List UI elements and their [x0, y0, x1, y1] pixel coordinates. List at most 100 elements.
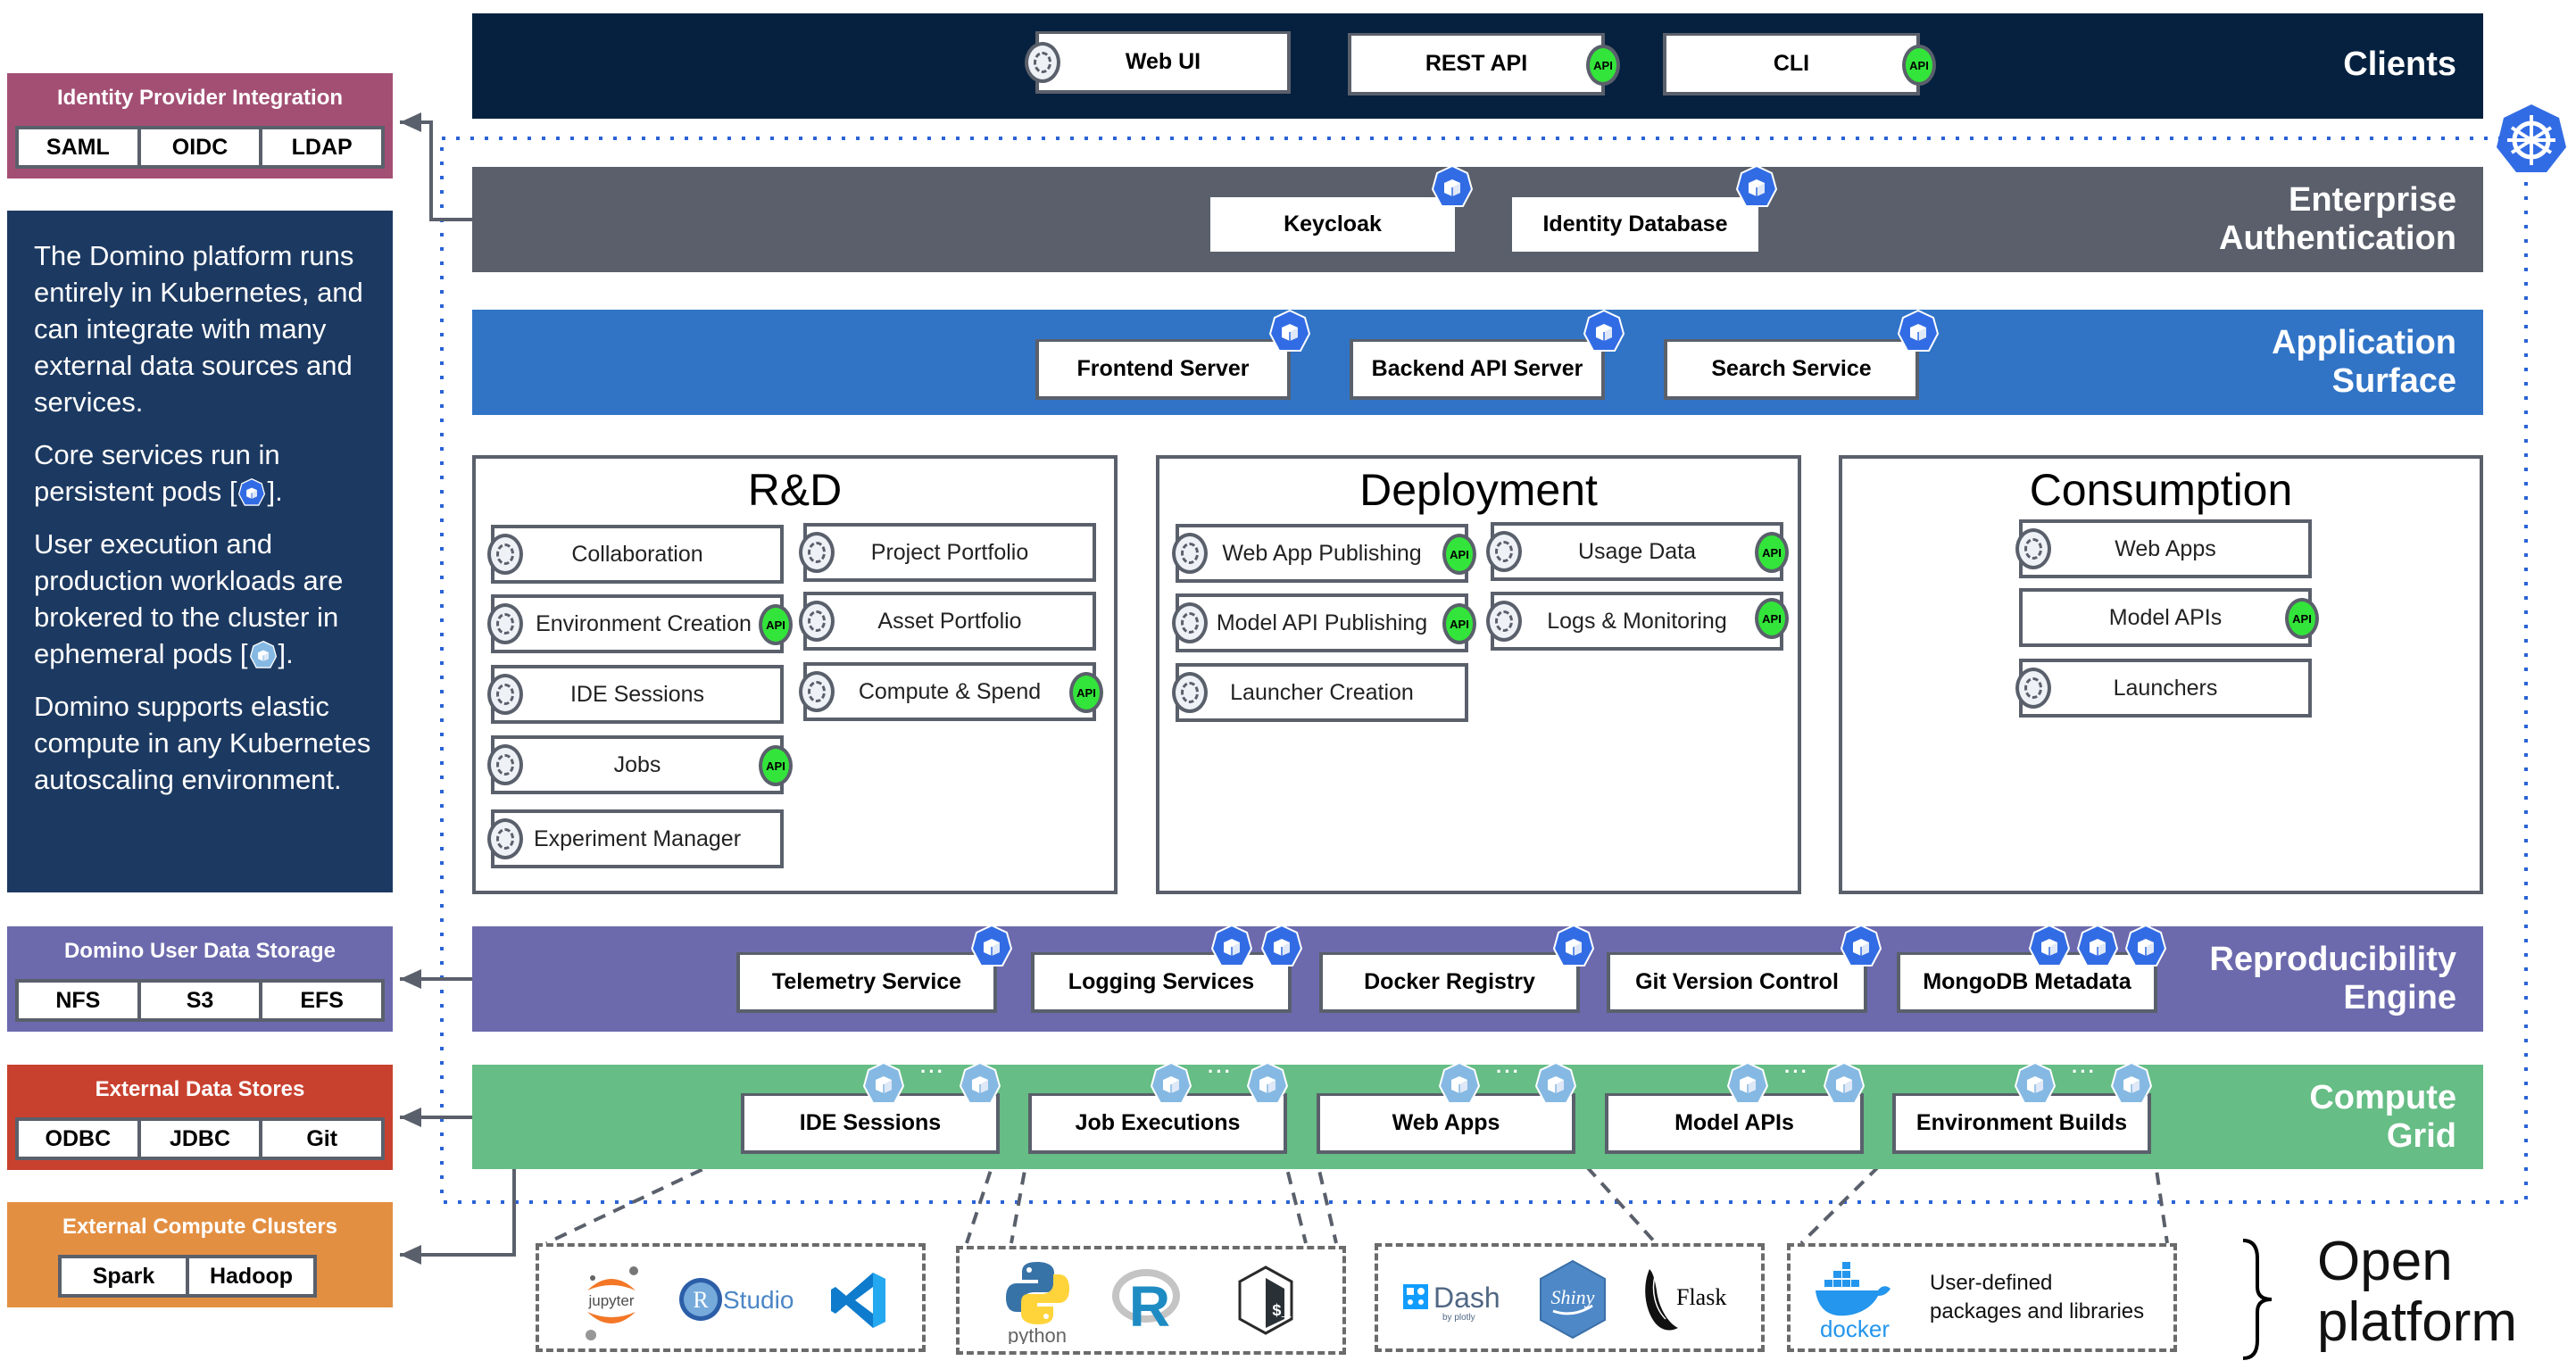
module-jobs[interactable]: Jobs [491, 735, 784, 794]
api-badge: API [1069, 672, 1103, 713]
svg-text:Shiny: Shiny [1551, 1286, 1595, 1308]
module-model-api-publishing[interactable]: Model API Publishing [1176, 593, 1468, 652]
storage-s3[interactable]: S3 [141, 983, 263, 1018]
cluster-spark[interactable]: Spark [62, 1258, 189, 1294]
backend-api-server-service[interactable]: Backend API Server [1350, 339, 1605, 400]
mongodb-metadata-service[interactable]: MongoDB Metadata [1897, 952, 2157, 1013]
kubernetes-icon [2496, 103, 2567, 178]
identity-provider-panel: Identity Provider Integration SAML OIDC … [7, 73, 393, 178]
module-label: Collaboration [571, 541, 703, 567]
ui-icon [1172, 533, 1208, 574]
client-rest-api[interactable]: REST API [1348, 33, 1605, 95]
client-web-ui[interactable]: Web UI [1035, 31, 1291, 94]
service-label: MongoDB Metadata [1923, 969, 2131, 994]
datastore-git[interactable]: Git [262, 1121, 381, 1157]
module-project-portfolio[interactable]: Project Portfolio [803, 523, 1096, 582]
info-paragraph: Core services run in persistent pods []. [34, 439, 283, 507]
open-platform-label: Open platform [2317, 1231, 2517, 1353]
api-badge: API [759, 604, 793, 645]
service-label: Frontend Server [1076, 356, 1250, 381]
api-badge: API [1902, 45, 1936, 86]
service-label: Logging Services [1068, 969, 1255, 994]
external-compute-clusters-panel: External Compute Clusters Spark Hadoop [7, 1202, 393, 1307]
ui-icon [799, 532, 835, 573]
more-pods-ellipsis: ··· [1784, 1060, 1809, 1083]
module-compute-spend[interactable]: Compute & Spend [803, 662, 1096, 721]
more-pods-ellipsis: ··· [920, 1060, 945, 1083]
identity-database-service[interactable]: Identity Database [1508, 195, 1762, 255]
service-label: Backend API Server [1371, 356, 1583, 381]
module-launcher-creation[interactable]: Launcher Creation [1176, 663, 1468, 722]
idp-ldap[interactable]: LDAP [262, 129, 381, 165]
rnd-title: R&D [747, 465, 843, 515]
consumption-title: Consumption [2029, 465, 2293, 515]
storage-efs[interactable]: EFS [262, 983, 381, 1018]
repro-label: Reproducibility Engine [2209, 941, 2456, 1016]
ui-icon [799, 671, 835, 712]
storage-nfs[interactable]: NFS [19, 983, 141, 1018]
module-experiment-manager[interactable]: Experiment Manager [491, 809, 784, 868]
module-label: Web Apps [2115, 535, 2216, 561]
ephemeral-pod-icon [1535, 1062, 1576, 1108]
module-label: Model API Publishing [1216, 610, 1428, 635]
module-web-app-publishing[interactable]: Web App Publishing [1176, 524, 1468, 583]
cluster-hadoop[interactable]: Hadoop [189, 1258, 313, 1294]
module-ide-sessions[interactable]: IDE Sessions [491, 665, 784, 724]
info-panel: The Domino platform runs entirely in Kub… [7, 211, 393, 892]
ephemeral-pod-icon [1151, 1062, 1192, 1108]
svg-text:by plotly: by plotly [1442, 1313, 1475, 1323]
ui-icon [2015, 528, 2051, 569]
docker-registry-service[interactable]: Docker Registry [1319, 952, 1580, 1013]
ephemeral-pod-icon [863, 1062, 904, 1108]
module-asset-portfolio[interactable]: Asset Portfolio [803, 592, 1096, 651]
module-label: IDE Sessions [569, 681, 705, 707]
logging-services[interactable]: Logging Services [1031, 952, 1292, 1013]
persistent-pod-icon [1261, 925, 1302, 971]
module-environment-creation[interactable]: Environment Creation [491, 594, 784, 653]
info-paragraph: The Domino platform runs entirely in Kub… [34, 240, 363, 418]
api-badge: API [1755, 598, 1789, 639]
api-badge: API [1755, 532, 1789, 573]
module-model-apis[interactable]: Model APIs [2019, 588, 2312, 647]
api-badge: API [2285, 598, 2319, 639]
docker-logo: docker [1807, 1258, 1905, 1340]
persistent-pod-icon [2125, 925, 2166, 971]
brace-icon [2236, 1237, 2281, 1362]
module-usage-data[interactable]: Usage Data [1491, 522, 1783, 581]
user-data-storage-panel: Domino User Data Storage NFS S3 EFS [7, 926, 393, 1032]
datastore-odbc[interactable]: ODBC [19, 1121, 141, 1157]
ephemeral-pod-icon [960, 1062, 1001, 1108]
user-defined-packages-text: User-defined packages and libraries [1930, 1271, 2145, 1323]
persistent-pod-icon [1553, 925, 1594, 971]
module-logs-monitoring[interactable]: Logs & Monitoring [1491, 592, 1783, 651]
git-version-control-service[interactable]: Git Version Control [1607, 952, 1867, 1013]
module-label: Experiment Manager [533, 826, 742, 851]
svg-text:Studio: Studio [723, 1286, 794, 1314]
flask-logo: Flask [1635, 1264, 1742, 1335]
api-badge: API [1442, 534, 1476, 575]
persistent-pod-icon [1269, 310, 1310, 356]
api-badge: API [759, 745, 793, 786]
module-label: Environment Creation [536, 610, 752, 636]
module-label: Model APIs [2108, 604, 2223, 630]
client-label: CLI [1773, 51, 1810, 76]
ephemeral-pod-icon [1247, 1062, 1288, 1108]
frontend-server-service[interactable]: Frontend Server [1035, 339, 1291, 400]
svg-text:$_: $_ [1272, 1303, 1292, 1321]
clients-label: Clients [2343, 46, 2456, 83]
telemetry-service[interactable]: Telemetry Service [736, 952, 997, 1013]
module-launchers[interactable]: Launchers [2019, 659, 2312, 718]
ui-icon [1486, 531, 1522, 572]
datastore-jdbc[interactable]: JDBC [141, 1121, 263, 1157]
keycloak-service[interactable]: Keycloak [1207, 195, 1458, 255]
module-web-apps[interactable]: Web Apps [2019, 519, 2312, 578]
client-cli[interactable]: CLI [1663, 33, 1920, 95]
module-collaboration[interactable]: Collaboration [491, 525, 784, 584]
idp-saml[interactable]: SAML [19, 129, 141, 165]
module-label: Compute & Spend [858, 678, 1042, 704]
more-pods-ellipsis: ··· [1208, 1060, 1233, 1083]
module-label: Jobs [613, 751, 661, 777]
service-label: Telemetry Service [771, 969, 962, 994]
idp-oidc[interactable]: OIDC [141, 129, 263, 165]
search-service[interactable]: Search Service [1664, 339, 1919, 400]
